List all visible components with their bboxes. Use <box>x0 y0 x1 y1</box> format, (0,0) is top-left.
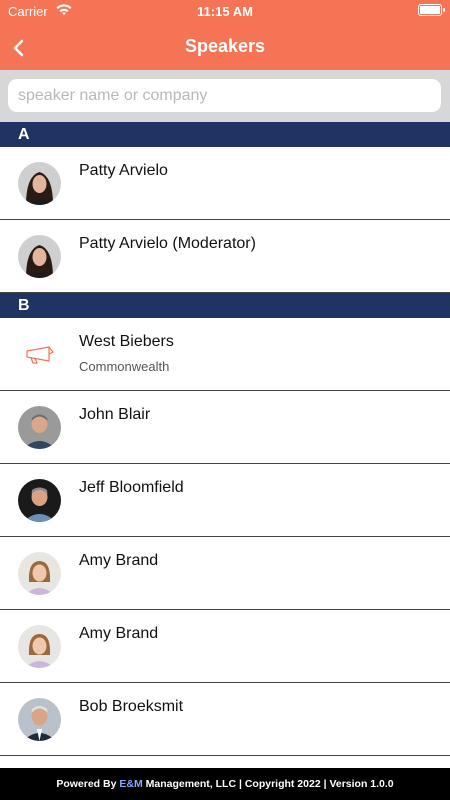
battery-icon <box>418 4 445 16</box>
section-header-b: B <box>0 293 450 318</box>
clock: 11:15 AM <box>197 4 253 19</box>
speaker-row[interactable]: Amy Brand <box>0 537 450 610</box>
avatar <box>18 479 61 522</box>
nav-bar: Speakers <box>0 28 450 68</box>
search-bar <box>0 70 450 122</box>
search-input[interactable] <box>8 79 441 112</box>
speaker-name: West Biebers <box>79 333 174 350</box>
speaker-company: Commonwealth <box>79 359 170 374</box>
footer-brand: E&M <box>119 778 143 790</box>
footer-suffix: Management, LLC | Copyright 2022 | Versi… <box>142 778 394 790</box>
speaker-name: Jeff Bloomfield <box>79 479 184 496</box>
speaker-row[interactable]: West Biebers Commonwealth <box>0 318 450 391</box>
speaker-name: John Blair <box>79 406 151 423</box>
speaker-row[interactable]: Jeff Bloomfield <box>0 464 450 537</box>
megaphone-icon <box>18 333 61 376</box>
app-header: Carrier 11:15 AM Speakers <box>0 0 450 70</box>
speaker-name: Amy Brand <box>79 625 159 642</box>
footer-prefix: Powered By <box>56 778 120 790</box>
speaker-row[interactable]: Amy Brand <box>0 610 450 683</box>
speaker-list[interactable]: A Patty Arvielo Patty Arvielo (Moderator… <box>0 122 450 768</box>
avatar <box>18 235 61 278</box>
avatar <box>18 162 61 205</box>
avatar <box>18 625 61 668</box>
speaker-name: Amy Brand <box>79 552 159 569</box>
avatar <box>18 698 61 741</box>
speaker-row[interactable]: John Blair <box>0 391 450 464</box>
footer: Powered By E&M Management, LLC | Copyrig… <box>0 768 450 800</box>
avatar <box>18 406 61 449</box>
section-header-a: A <box>0 122 450 147</box>
page-title: Speakers <box>184 36 266 56</box>
speaker-row[interactable]: Patty Arvielo <box>0 147 450 220</box>
speaker-name: Patty Arvielo <box>79 162 168 179</box>
status-bar: Carrier 11:15 AM <box>0 0 450 24</box>
speaker-row[interactable]: Patty Arvielo (Moderator) <box>0 220 450 293</box>
speaker-name: Bob Broeksmit <box>79 698 184 715</box>
speaker-name: Patty Arvielo (Moderator) <box>79 235 256 252</box>
avatar <box>18 552 61 595</box>
speaker-row[interactable]: Bob Broeksmit <box>0 683 450 756</box>
